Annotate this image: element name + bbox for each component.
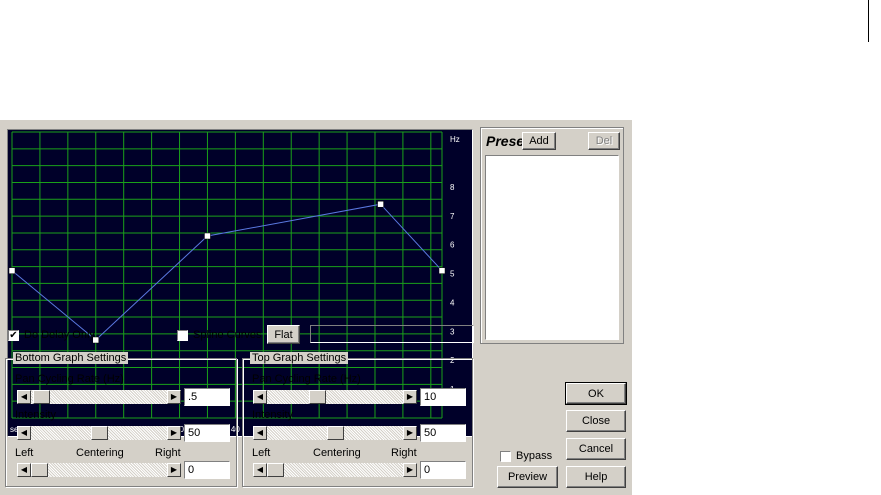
bottom-graph-settings-title: Bottom Graph Settings xyxy=(13,352,129,364)
top-centering-thumb[interactable] xyxy=(267,463,284,477)
status-field xyxy=(310,325,474,343)
bottom-centering-right-arrow-icon[interactable]: ▶ xyxy=(167,463,181,477)
top-right-label: Right xyxy=(391,447,417,459)
top-left-label: Left xyxy=(252,447,271,459)
bottom-intensity-right-arrow-icon[interactable]: ▶ xyxy=(167,426,181,440)
top-rate-slider[interactable] xyxy=(253,390,417,404)
bottom-intensity-left-arrow-icon[interactable]: ◀ xyxy=(17,426,31,440)
bottom-intensity-input[interactable]: 50 xyxy=(184,424,230,442)
bottom-intensity-thumb[interactable] xyxy=(90,426,108,440)
presets-list[interactable] xyxy=(485,155,619,340)
bottom-centering-left-arrow-icon[interactable]: ◀ xyxy=(17,463,31,477)
spline-curves-label: Spline Curves xyxy=(193,329,262,341)
y-tick-label: 5 xyxy=(450,270,455,279)
spline-curves-checkbox[interactable] xyxy=(177,330,188,341)
add-preset-button[interactable]: Add xyxy=(522,132,556,150)
bottom-left-label: Left xyxy=(15,447,34,459)
envelope-point[interactable] xyxy=(204,232,211,240)
delete-preset-button[interactable]: Del xyxy=(588,132,620,150)
top-centering-right-arrow-icon[interactable]: ▶ xyxy=(403,463,417,477)
window-edge-line xyxy=(868,0,869,42)
top-rate-thumb[interactable] xyxy=(308,390,326,404)
top-centering-label: Centering xyxy=(313,447,361,459)
top-centering-left-arrow-icon[interactable]: ◀ xyxy=(253,463,267,477)
bottom-rate-thumb[interactable] xyxy=(33,390,51,404)
check-icon: ✔ xyxy=(9,330,18,341)
envelope-point[interactable] xyxy=(377,200,384,208)
y-tick-label: 6 xyxy=(450,241,455,250)
do-delay-only-label: Do Delay Only xyxy=(24,329,95,341)
presets-panel: Presets Add Del xyxy=(480,127,624,344)
close-button[interactable]: Close xyxy=(566,410,626,432)
bottom-right-label: Right xyxy=(155,447,181,459)
bottom-centering-input[interactable]: 0 xyxy=(184,461,230,479)
envelope-point[interactable] xyxy=(438,267,446,274)
top-centering-input[interactable]: 0 xyxy=(420,461,466,479)
ok-button[interactable]: OK xyxy=(565,382,627,405)
top-rate-input[interactable]: 10 xyxy=(420,388,466,406)
y-tick-label: 7 xyxy=(450,212,455,221)
bypass-label: Bypass xyxy=(516,450,553,462)
bottom-rate-label: Pan Cycling Rate (Hz) xyxy=(15,373,124,385)
top-rate-label: Pan Cycling Rate (Hz) xyxy=(252,373,361,385)
top-intensity-left-arrow-icon[interactable]: ◀ xyxy=(253,426,267,440)
bottom-rate-right-arrow-icon[interactable]: ▶ xyxy=(167,390,181,404)
top-intensity-label: Intensity xyxy=(252,409,293,421)
top-intensity-thumb[interactable] xyxy=(326,426,344,440)
bypass-checkbox[interactable] xyxy=(500,451,511,462)
bottom-intensity-label: Intensity xyxy=(15,409,56,421)
top-graph-settings-title: Top Graph Settings xyxy=(250,352,349,364)
bottom-rate-left-arrow-icon[interactable]: ◀ xyxy=(17,390,31,404)
y-unit-label: Hz xyxy=(450,135,460,144)
top-intensity-input[interactable]: 50 xyxy=(420,424,466,442)
top-rate-left-arrow-icon[interactable]: ◀ xyxy=(253,390,267,404)
envelope-point[interactable] xyxy=(8,267,16,274)
help-button[interactable]: Help xyxy=(566,466,626,488)
y-tick-label: 4 xyxy=(450,298,455,307)
top-rate-right-arrow-icon[interactable]: ▶ xyxy=(403,390,417,404)
pan-expander-dialog: sec51015202530354045505560657075Hz876543… xyxy=(0,120,632,495)
do-delay-only-checkbox[interactable]: ✔ xyxy=(8,330,19,341)
y-tick-label: 8 xyxy=(450,183,455,192)
bottom-centering-thumb[interactable] xyxy=(31,463,48,477)
flat-button[interactable]: Flat xyxy=(267,325,300,344)
bottom-centering-label: Centering xyxy=(76,447,124,459)
cancel-button[interactable]: Cancel xyxy=(566,438,626,460)
preview-button[interactable]: Preview xyxy=(497,466,558,488)
bottom-rate-input[interactable]: .5 xyxy=(184,388,230,406)
top-intensity-right-arrow-icon[interactable]: ▶ xyxy=(403,426,417,440)
